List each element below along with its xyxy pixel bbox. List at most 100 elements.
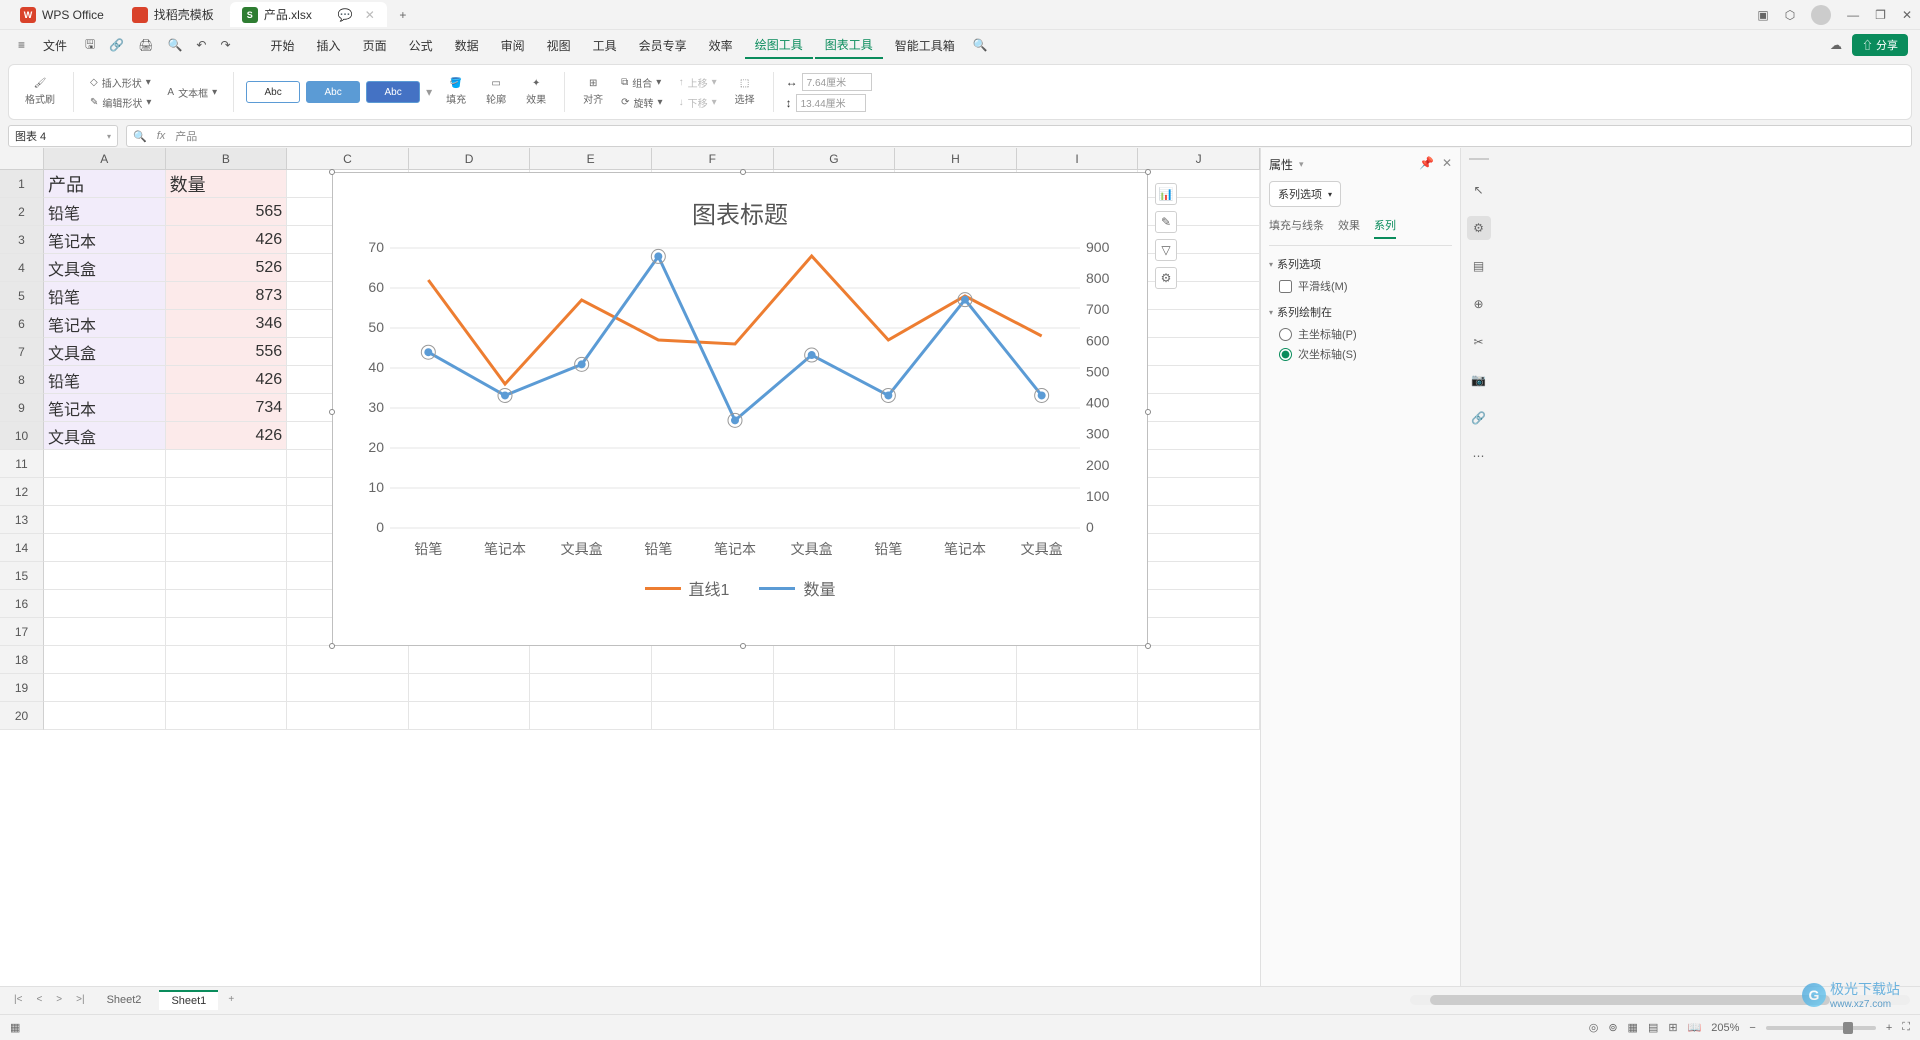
collapse-handle[interactable] [1469,158,1489,160]
zoom-icon[interactable]: 🔍 [133,130,147,143]
zoom-out-button[interactable]: − [1749,1022,1755,1034]
menu-member[interactable]: 会员专享 [629,33,697,58]
cell[interactable]: 526 [166,254,288,282]
resize-handle[interactable] [329,409,335,415]
cell[interactable] [44,506,166,534]
col-A[interactable]: A [44,148,166,169]
cell[interactable] [1138,562,1260,590]
col-F[interactable]: F [652,148,774,169]
cell[interactable] [1138,310,1260,338]
cell[interactable] [44,618,166,646]
cell[interactable]: 文具盒 [44,254,166,282]
shape-style-2[interactable]: Abc [306,81,360,103]
row-head[interactable]: 19 [0,674,44,702]
menu-start[interactable]: 开始 [261,33,305,58]
cell[interactable] [166,506,288,534]
cell[interactable] [530,674,652,702]
cell[interactable]: 556 [166,338,288,366]
cell[interactable]: 铅笔 [44,366,166,394]
col-H[interactable]: H [895,148,1017,169]
zoom-in-button[interactable]: + [1886,1022,1892,1034]
layers-tool[interactable]: ▤ [1467,254,1491,278]
cell[interactable] [409,674,531,702]
cell[interactable] [652,646,774,674]
cell[interactable]: 数量 [166,170,288,198]
shape-style-3[interactable]: Abc [366,81,420,103]
preview-icon[interactable]: 🔍 [161,34,188,56]
row-head[interactable]: 2 [0,198,44,226]
menu-smart-toolbox[interactable]: 智能工具箱 [885,33,965,58]
chart-object[interactable]: 图表标题 01020304050607001002003004005006007… [332,172,1148,646]
crop-tool[interactable]: ✂ [1467,330,1491,354]
cell[interactable] [409,702,531,730]
insert-tool[interactable]: ⊕ [1467,292,1491,316]
row-head[interactable]: 7 [0,338,44,366]
cell[interactable]: 426 [166,226,288,254]
cell[interactable] [1138,366,1260,394]
cell[interactable] [287,646,409,674]
move-down-button[interactable]: ↓下移 ▾ [675,94,721,111]
fill-button[interactable]: 🪣填充 [440,76,472,108]
tab-effect[interactable]: 效果 [1338,217,1360,239]
menu-efficiency[interactable]: 效率 [699,33,743,58]
cell[interactable] [44,702,166,730]
series-options-dropdown[interactable]: 系列选项▾ [1269,181,1341,207]
cell[interactable] [44,674,166,702]
tab-chat-icon[interactable]: 💬 [338,8,353,22]
group-button[interactable]: ⧉组合 ▾ [617,74,666,91]
view-icon-1[interactable]: ◎ [1589,1021,1599,1034]
cell[interactable]: 笔记本 [44,310,166,338]
cell[interactable]: 铅笔 [44,198,166,226]
view-page-icon[interactable]: ▤ [1648,1021,1658,1034]
cell[interactable]: 565 [166,198,288,226]
close-icon[interactable]: ✕ [1442,156,1452,170]
view-icon-2[interactable]: ⊚ [1608,1021,1617,1034]
tab-series[interactable]: 系列 [1374,217,1396,239]
cell[interactable] [895,646,1017,674]
maximize-button[interactable]: ❐ [1875,8,1886,22]
cell[interactable] [166,646,288,674]
row-head[interactable]: 20 [0,702,44,730]
add-sheet-button[interactable]: + [224,994,238,1005]
cell[interactable] [1138,422,1260,450]
sheet-nav-last[interactable]: >| [72,994,88,1005]
spreadsheet[interactable]: A B C D E F G H I J 1产品数量2铅笔5653笔记本4264文… [0,148,1260,998]
cell[interactable] [1138,394,1260,422]
minimize-button[interactable]: — [1847,8,1859,22]
cell[interactable] [1138,646,1260,674]
view-normal-icon[interactable]: ▦ [1628,1021,1638,1034]
sheet-nav-prev[interactable]: < [32,994,46,1005]
row-head[interactable]: 15 [0,562,44,590]
menu-formula[interactable]: 公式 [399,33,443,58]
chevron-down-icon[interactable]: ▾ [1299,159,1304,170]
cell[interactable] [1138,450,1260,478]
align-button[interactable]: ⊞对齐 [577,76,609,108]
cell[interactable] [895,674,1017,702]
series-options-section[interactable]: 系列选项 [1269,256,1452,272]
edit-shape-button[interactable]: ✎编辑形状 ▾ [86,94,155,111]
col-D[interactable]: D [409,148,531,169]
resize-handle[interactable] [740,169,746,175]
outline-button[interactable]: ▭轮廓 [480,76,512,108]
cell[interactable] [1138,674,1260,702]
row-head[interactable]: 11 [0,450,44,478]
view-reading-icon[interactable]: 📖 [1688,1021,1702,1034]
row-head[interactable]: 13 [0,506,44,534]
cell[interactable] [44,590,166,618]
cell[interactable] [1138,338,1260,366]
more-tool[interactable]: ⋯ [1467,444,1491,468]
select-button[interactable]: ⬚选择 [729,76,761,108]
cell[interactable] [774,646,896,674]
sheet-tab-2[interactable]: Sheet2 [95,991,154,1009]
new-tab-button[interactable]: + [391,3,415,27]
resize-handle[interactable] [1145,643,1151,649]
menu-view[interactable]: 视图 [537,33,581,58]
menu-drawing-tools[interactable]: 绘图工具 [745,32,813,59]
cell[interactable] [287,702,409,730]
chart-settings-button[interactable]: ⚙ [1155,267,1177,289]
cell[interactable] [44,646,166,674]
cell[interactable]: 铅笔 [44,282,166,310]
row-head[interactable]: 6 [0,310,44,338]
cell[interactable]: 873 [166,282,288,310]
pointer-tool[interactable]: ↖ [1467,178,1491,202]
